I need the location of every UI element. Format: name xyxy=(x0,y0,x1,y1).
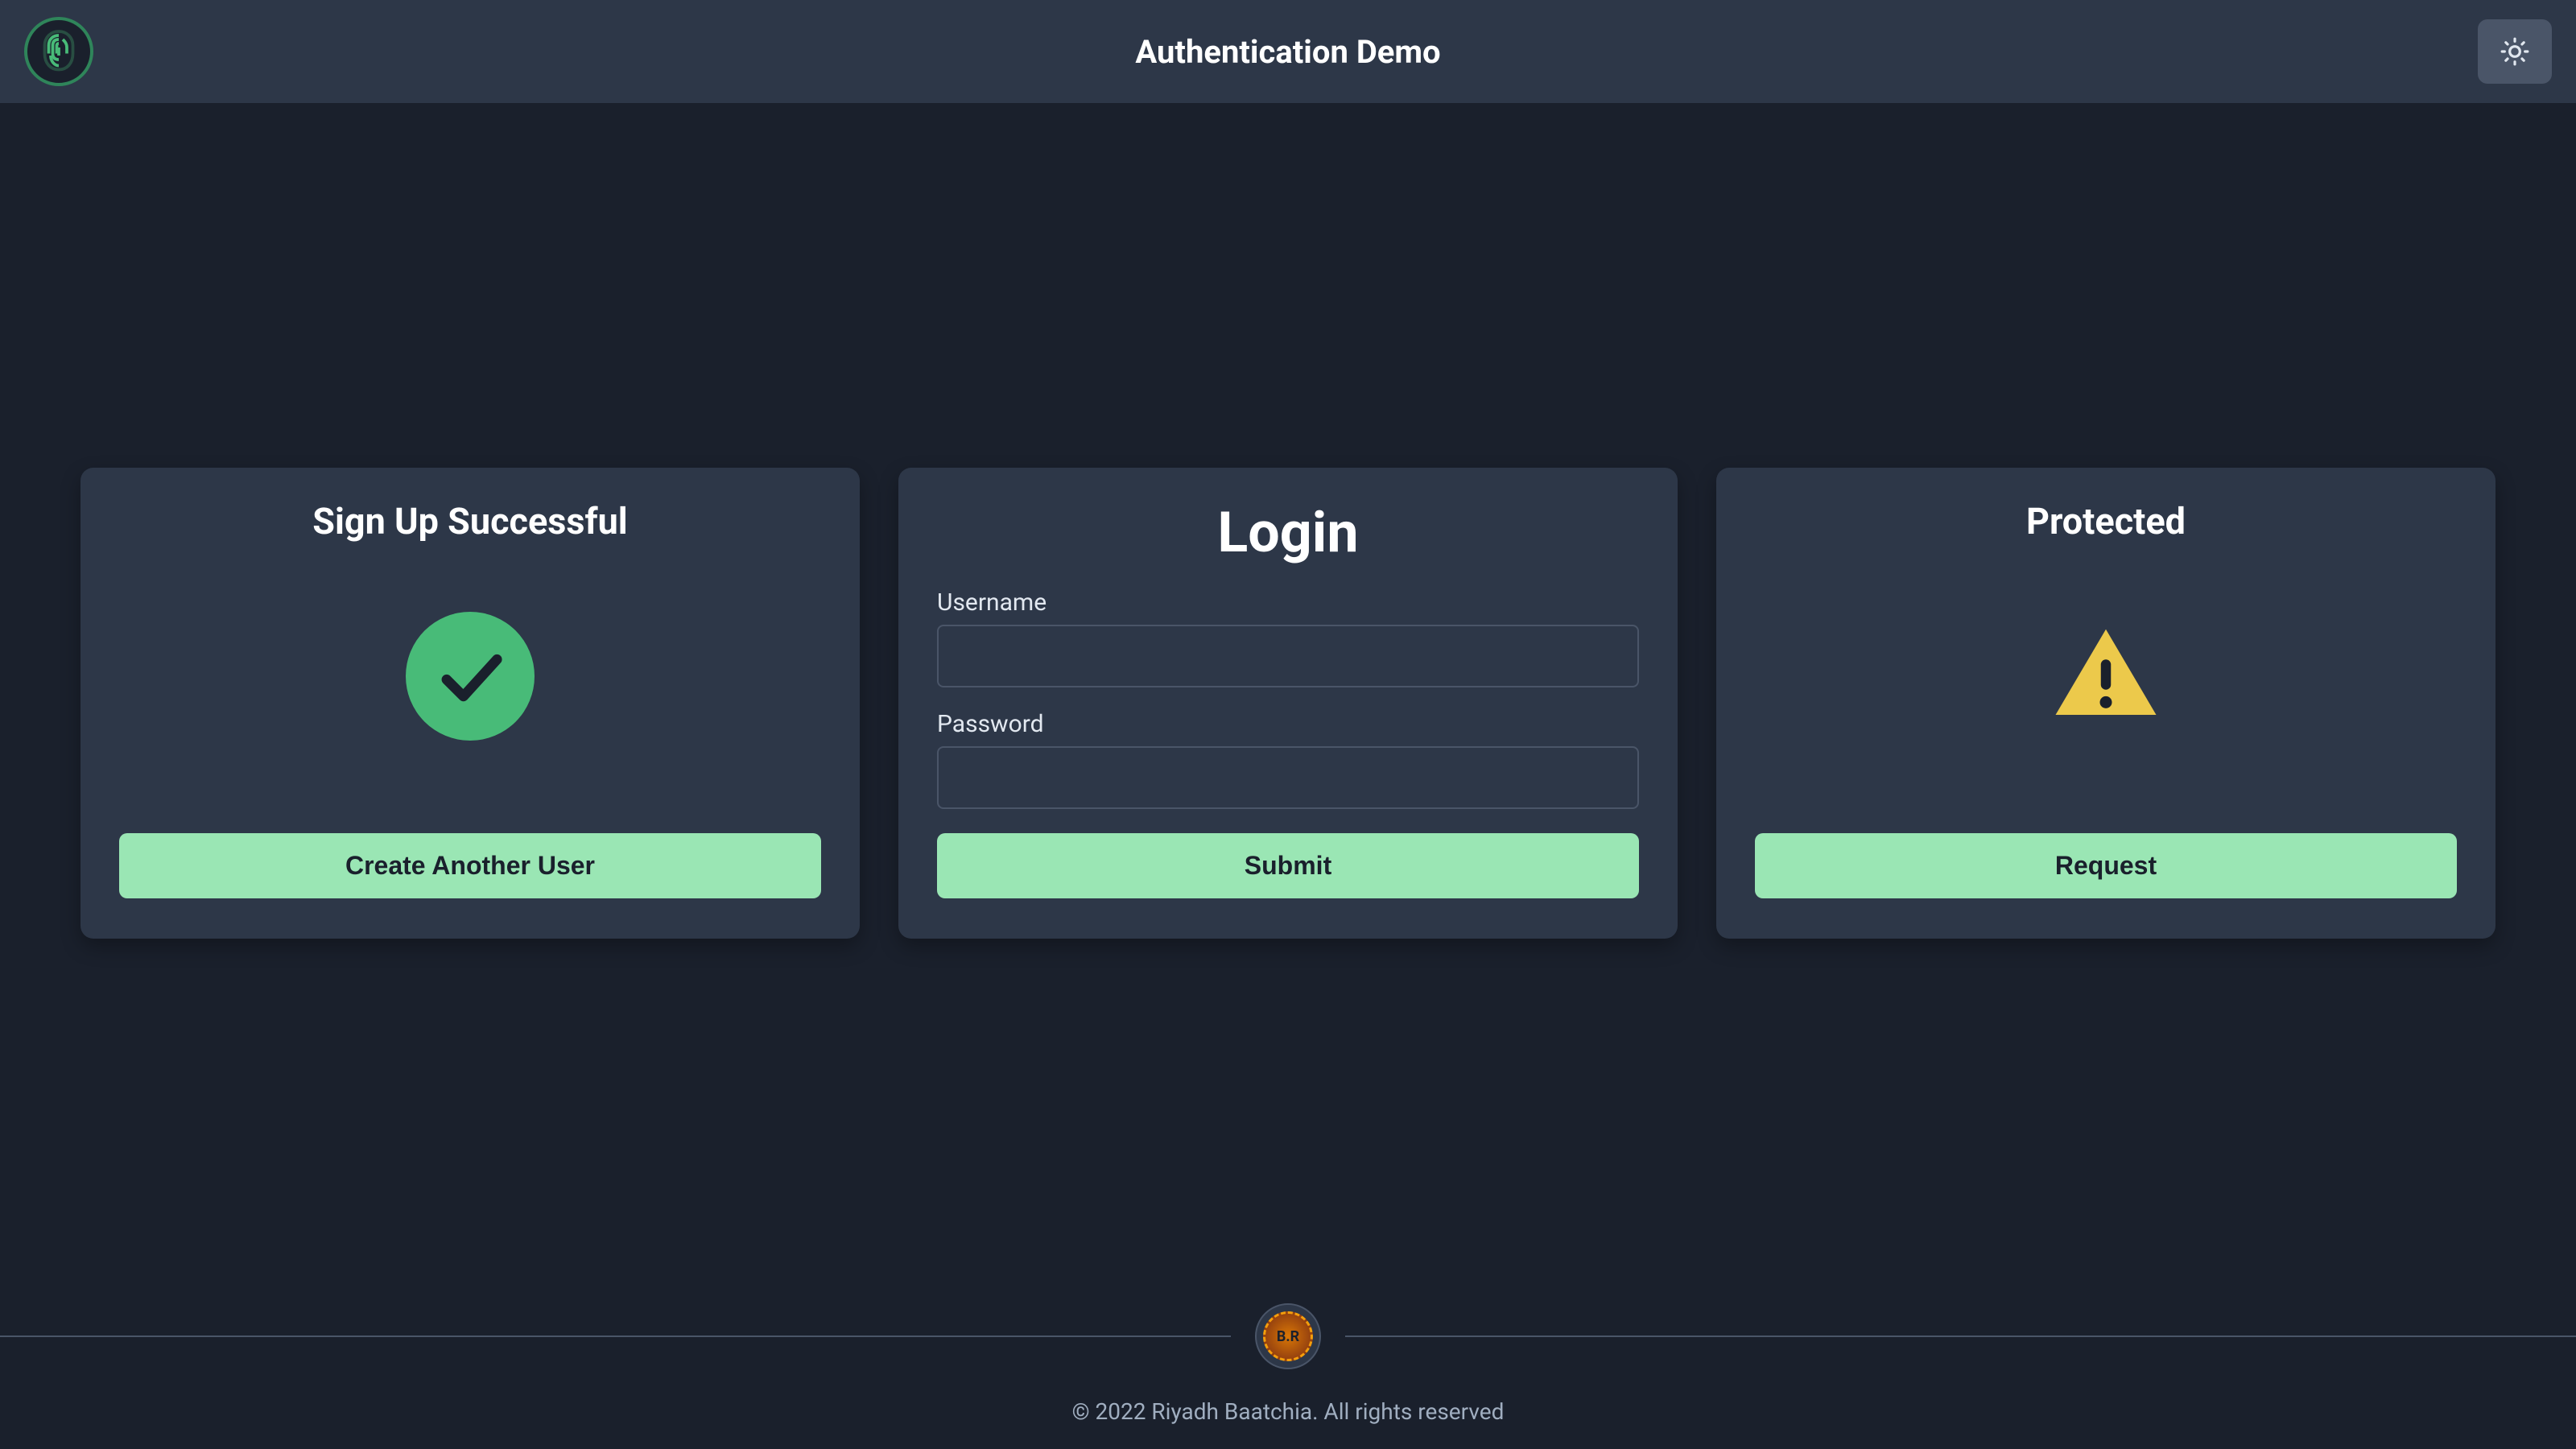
fingerprint-icon xyxy=(35,27,83,76)
warning-icon-wrapper xyxy=(2046,614,2166,738)
signup-card-title: Sign Up Successful xyxy=(119,500,821,543)
footer: B.R © 2022 Riyadh Baatchia. All rights r… xyxy=(0,1303,2576,1449)
protected-card-body xyxy=(1755,543,2457,809)
username-group: Username xyxy=(937,588,1639,687)
cards-container: Sign Up Successful Create Another User L… xyxy=(80,468,2496,939)
header: Authentication Demo xyxy=(0,0,2576,103)
footer-line-left xyxy=(0,1335,1231,1337)
login-card-title: Login xyxy=(937,500,1639,566)
signup-card-body xyxy=(119,543,821,809)
protected-card: Protected Request xyxy=(1716,468,2496,939)
main-content: Sign Up Successful Create Another User L… xyxy=(0,103,2576,1303)
footer-avatar: B.R xyxy=(1255,1303,1321,1369)
username-label: Username xyxy=(937,588,1639,617)
login-card: Login Username Password Submit xyxy=(898,468,1678,939)
protected-card-title: Protected xyxy=(1755,500,2457,543)
theme-toggle-button[interactable] xyxy=(2478,19,2552,84)
copyright-text: © 2022 Riyadh Baatchia. All rights reser… xyxy=(1072,1398,1505,1425)
password-input[interactable] xyxy=(937,746,1639,809)
username-input[interactable] xyxy=(937,625,1639,687)
login-submit-button[interactable]: Submit xyxy=(937,833,1639,898)
password-group: Password xyxy=(937,710,1639,809)
success-icon-circle xyxy=(406,612,535,741)
footer-line-right xyxy=(1345,1335,2576,1337)
sun-icon xyxy=(2500,36,2530,67)
create-another-user-button[interactable]: Create Another User xyxy=(119,833,821,898)
warning-triangle-icon xyxy=(2046,614,2166,735)
app-logo xyxy=(24,17,93,86)
checkmark-icon xyxy=(430,636,510,716)
password-label: Password xyxy=(937,710,1639,738)
signup-card: Sign Up Successful Create Another User xyxy=(80,468,860,939)
avatar-badge: B.R xyxy=(1263,1311,1313,1361)
footer-divider: B.R xyxy=(0,1303,2576,1369)
page-title: Authentication Demo xyxy=(1135,33,1440,71)
request-button[interactable]: Request xyxy=(1755,833,2457,898)
